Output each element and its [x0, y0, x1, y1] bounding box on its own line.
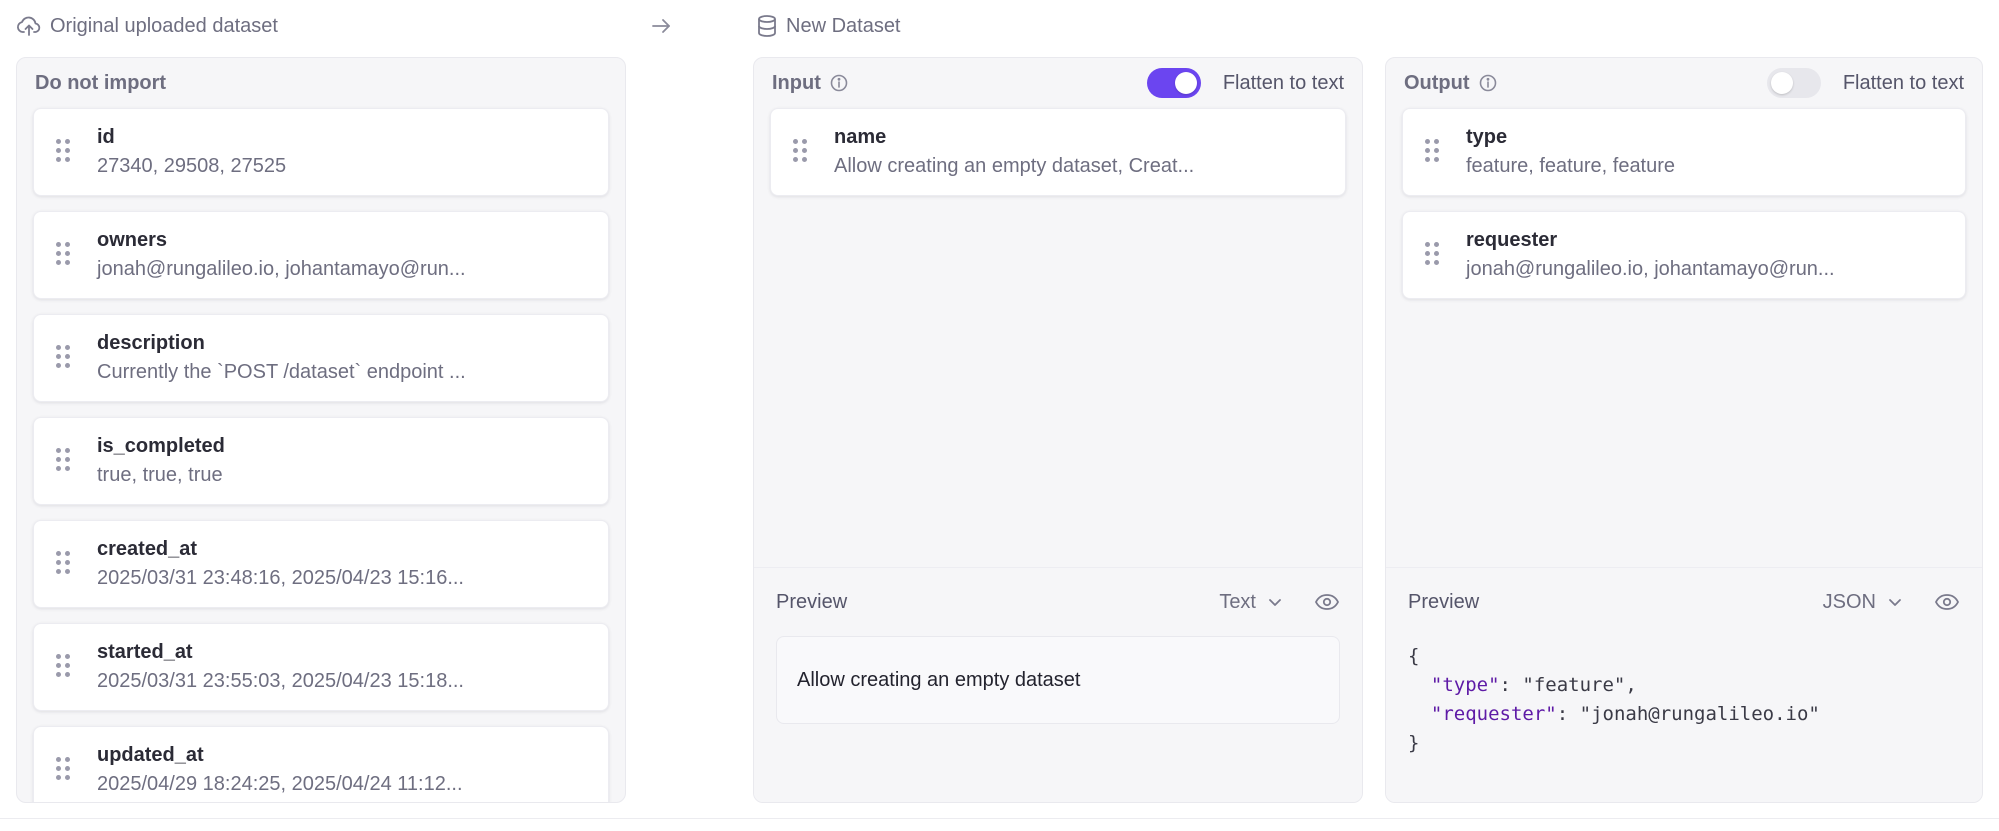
column-name: owners: [97, 229, 168, 251]
do-not-import-title: Do not import: [35, 71, 167, 94]
column-name: created_at: [97, 538, 198, 560]
drag-handle-icon[interactable]: [56, 757, 70, 783]
column-sample-values: jonah@rungalileo.io, johantamayo@run...: [1466, 258, 1835, 280]
output-preview: Preview JSON { "type": "feature", "reque…: [1386, 567, 1982, 802]
drag-handle-icon[interactable]: [56, 139, 70, 165]
output-title: Output: [1404, 72, 1498, 95]
column-sample-values: 2025/04/29 18:24:25, 2025/04/24 11:12...: [97, 773, 463, 795]
preview-text-box: Allow creating an empty dataset: [776, 636, 1340, 724]
column-sample-values: 27340, 29508, 27525: [97, 155, 287, 177]
column-card-type[interactable]: type feature, feature, feature: [1402, 108, 1966, 196]
info-icon[interactable]: [829, 73, 849, 93]
drag-handle-icon[interactable]: [56, 242, 70, 268]
column-card-id[interactable]: id 27340, 29508, 27525: [33, 108, 609, 196]
arrow-right-icon: [652, 19, 670, 33]
flatten-to-text-control: Flatten to text: [1146, 68, 1344, 98]
column-name: started_at: [97, 641, 193, 663]
flatten-to-text-control: Flatten to text: [1766, 68, 1964, 98]
column-name: type: [1466, 126, 1508, 148]
flatten-label: Flatten to text: [1222, 71, 1344, 94]
column-sample-values: Currently the `POST /dataset` endpoint .…: [97, 361, 466, 383]
new-dataset-title: New Dataset: [786, 14, 901, 37]
preview-format-select[interactable]: Text: [1219, 591, 1284, 614]
column-name: is_completed: [97, 435, 225, 457]
original-dataset-header: Original uploaded dataset: [16, 10, 278, 42]
column-sample-values: jonah@rungalileo.io, johantamayo@run...: [97, 258, 466, 280]
drag-handle-icon[interactable]: [1425, 139, 1439, 165]
mapping-arrow: [650, 10, 672, 42]
input-panel: Input Flatten to text name Allow creatin…: [753, 57, 1363, 803]
chevron-down-icon: [1269, 599, 1281, 606]
json-separator: ,: [1625, 674, 1637, 696]
drag-handle-icon[interactable]: [793, 139, 807, 165]
cloud-upload-icon: [17, 16, 41, 36]
database-icon: [758, 15, 776, 37]
json-close-brace: }: [1408, 732, 1420, 754]
column-name: updated_at: [97, 744, 204, 766]
column-name: requester: [1466, 229, 1558, 251]
column-card-created-at[interactable]: created_at 2025/03/31 23:48:16, 2025/04/…: [33, 520, 609, 608]
json-preview: { "type": "feature", "requester": "jonah…: [1408, 645, 1820, 754]
preview-format-select[interactable]: JSON: [1823, 591, 1904, 614]
column-sample-values: 2025/03/31 23:48:16, 2025/04/23 15:16...: [97, 567, 464, 589]
column-card-name[interactable]: name Allow creating an empty dataset, Cr…: [770, 108, 1346, 196]
preview-label: Preview: [776, 590, 848, 613]
column-card-description[interactable]: description Currently the `POST /dataset…: [33, 314, 609, 402]
eye-icon[interactable]: [1314, 591, 1340, 613]
drag-handle-icon[interactable]: [56, 551, 70, 577]
column-sample-values: Allow creating an empty dataset, Creat..…: [834, 155, 1195, 177]
new-dataset-header: New Dataset: [756, 10, 901, 42]
input-preview: Preview Text Allow creating an empty dat…: [754, 567, 1362, 802]
column-name: id: [97, 126, 115, 148]
json-value: "feature": [1522, 674, 1626, 696]
output-title-label: Output: [1404, 71, 1470, 94]
column-card-requester[interactable]: requester jonah@rungalileo.io, johantama…: [1402, 211, 1966, 299]
json-open-brace: {: [1408, 645, 1420, 667]
preview-format-value: Text: [1219, 590, 1256, 613]
drag-handle-icon[interactable]: [56, 345, 70, 371]
preview-format-value: JSON: [1822, 590, 1876, 613]
eye-icon[interactable]: [1934, 591, 1960, 613]
do-not-import-panel: Do not import id 27340, 29508, 27525 own…: [16, 57, 626, 803]
column-sample-values: 2025/03/31 23:55:03, 2025/04/23 15:18...: [97, 670, 464, 692]
column-card-owners[interactable]: owners jonah@rungalileo.io, johantamayo@…: [33, 211, 609, 299]
column-card-is-completed[interactable]: is_completed true, true, true: [33, 417, 609, 505]
info-icon[interactable]: [1478, 73, 1498, 93]
column-sample-values: feature, feature, feature: [1466, 155, 1676, 177]
column-card-started-at[interactable]: started_at 2025/03/31 23:55:03, 2025/04/…: [33, 623, 609, 711]
drag-handle-icon[interactable]: [1425, 242, 1439, 268]
chevron-down-icon: [1889, 599, 1901, 606]
drag-handle-icon[interactable]: [56, 654, 70, 680]
preview-text: Allow creating an empty dataset: [797, 668, 1081, 691]
json-key: "type": [1430, 674, 1500, 696]
flatten-toggle[interactable]: [1146, 68, 1201, 98]
column-sample-values: true, true, true: [97, 464, 223, 486]
preview-label: Preview: [1408, 590, 1480, 613]
flatten-label: Flatten to text: [1842, 71, 1964, 94]
input-title-label: Input: [772, 71, 821, 94]
column-card-updated-at[interactable]: updated_at 2025/04/29 18:24:25, 2025/04/…: [33, 726, 609, 802]
json-key: "requester": [1430, 703, 1557, 725]
column-name: name: [834, 126, 887, 148]
drag-handle-icon[interactable]: [56, 448, 70, 474]
bottom-divider: [0, 818, 1999, 819]
input-title: Input: [772, 72, 849, 95]
column-name: description: [97, 332, 205, 354]
original-dataset-title: Original uploaded dataset: [50, 14, 278, 37]
output-panel: Output Flatten to text type feature, fea…: [1385, 57, 1983, 803]
json-value: "jonah@rungalileo.io": [1579, 703, 1820, 725]
flatten-toggle[interactable]: [1766, 68, 1821, 98]
